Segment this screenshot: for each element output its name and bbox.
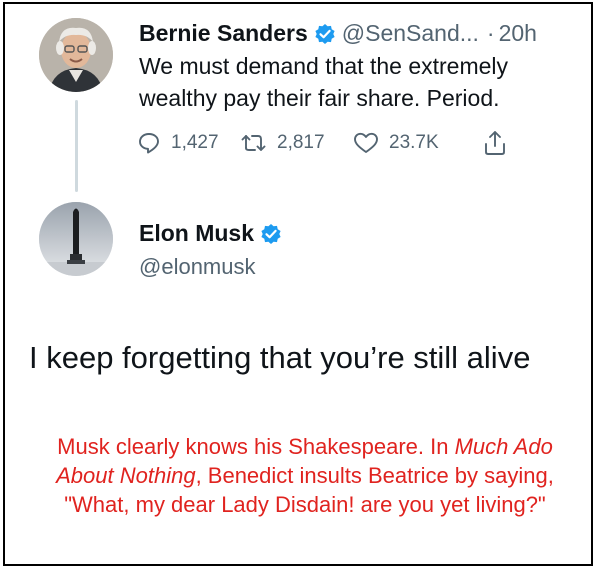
tweet-actions: 1,427 2,817 23.7K xyxy=(137,128,577,158)
tweet-header: Bernie Sanders @SenSand... · 20h xyxy=(139,18,589,48)
annotation-caption: Musk clearly knows his Shakespeare. In M… xyxy=(35,432,575,519)
reply-author-name[interactable]: Elon Musk xyxy=(139,218,254,248)
verified-badge-icon xyxy=(314,22,336,44)
author-handle[interactable]: @SenSand... xyxy=(342,18,479,48)
reply-text: I keep forgetting that you’re still aliv… xyxy=(29,340,531,375)
reply-button[interactable]: 1,427 xyxy=(137,128,219,158)
retweet-button[interactable]: 2,817 xyxy=(241,128,325,158)
share-icon xyxy=(485,131,505,155)
retweet-count: 2,817 xyxy=(277,132,325,153)
like-icon xyxy=(354,132,378,153)
bernie-avatar[interactable] xyxy=(39,18,113,92)
reply-author-handle[interactable]: @elonmusk xyxy=(139,252,256,282)
reply-count: 1,427 xyxy=(171,132,219,153)
tweet-text: We must demand that the extremely wealth… xyxy=(139,53,509,111)
like-button[interactable]: 23.7K xyxy=(353,128,439,158)
elon-avatar[interactable] xyxy=(39,202,113,276)
separator-dot: · xyxy=(486,20,495,46)
like-count: 23.7K xyxy=(389,132,439,153)
thread-connector-line xyxy=(75,100,78,192)
author-name[interactable]: Bernie Sanders xyxy=(139,18,308,48)
caption-part-1: Musk clearly knows his Shakespeare. In xyxy=(57,434,455,459)
reply-header: Elon Musk xyxy=(139,218,288,248)
timestamp[interactable]: 20h xyxy=(499,18,537,48)
retweet-icon xyxy=(241,135,266,151)
reply-icon xyxy=(139,133,159,154)
verified-badge-icon xyxy=(260,222,282,244)
share-button[interactable] xyxy=(483,128,517,158)
screenshot-frame: Bernie Sanders @SenSand... · 20h We must… xyxy=(3,2,593,566)
